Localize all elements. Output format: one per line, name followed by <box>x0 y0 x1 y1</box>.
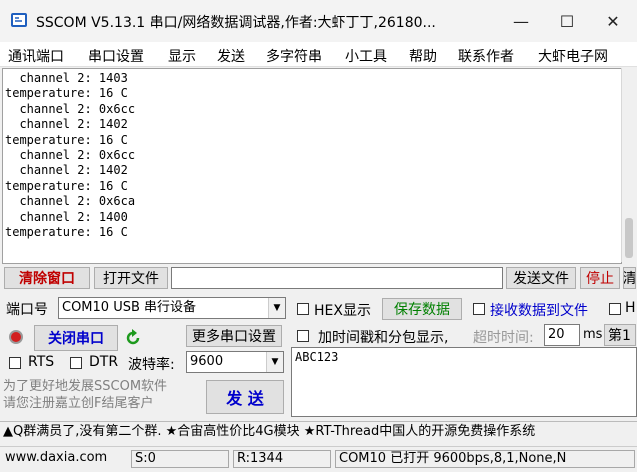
port-select[interactable]: COM10 USB 串行设备 ▼ <box>58 297 286 319</box>
rts-checkbox[interactable] <box>9 357 21 369</box>
promo-text[interactable]: 为了更好地发展SSCOM软件 请您注册嘉立创F结尾客户 <box>3 378 203 412</box>
terminal-line: channel 2: 1403 <box>5 71 128 85</box>
received-count: R:1344 <box>233 450 331 468</box>
baud-rate-value: 9600 <box>190 354 224 369</box>
menu-item-display[interactable]: 显示 <box>168 46 196 66</box>
terminal-line: temperature: 16 C <box>5 132 128 147</box>
menu-item-tools[interactable]: 小工具 <box>345 46 387 66</box>
timestamp-label: 加时间戳和分包显示, <box>318 330 449 346</box>
close-port-button[interactable]: 关闭串口 <box>34 325 118 351</box>
menu-item-multi-string[interactable]: 多字符串 <box>266 46 322 66</box>
terminal-output: channel 2: 1403 temperature: 16 C channe… <box>3 69 621 240</box>
chevron-down-icon: ▼ <box>268 298 285 318</box>
terminal-line: channel 2: 1402 <box>5 117 128 132</box>
minimize-icon: — <box>513 11 529 31</box>
app-icon <box>11 13 27 27</box>
menu-item-comm-port[interactable]: 通讯端口 <box>8 46 64 66</box>
terminal-line: channel 2: 0x6cc <box>5 148 136 163</box>
menu-item-daxia-site[interactable]: 大虾电子网 <box>538 46 608 66</box>
timeout-unit: ms <box>583 327 603 342</box>
stop-button[interactable]: 停止 <box>580 267 620 289</box>
dtr-label: DTR <box>89 354 119 370</box>
terminal-line: temperature: 16 C <box>5 225 128 240</box>
status-bar: www.daxia.com S:0 R:1344 COM10 已打开 9600b… <box>0 446 637 471</box>
menu-bar: 通讯端口 串口设置 显示 发送 多字符串 小工具 帮助 联系作者 大虾电子网 <box>0 42 637 67</box>
rts-label: RTS <box>28 354 55 370</box>
port-select-value: COM10 USB 串行设备 <box>62 300 197 315</box>
receive-to-file-label[interactable]: 接收数据到文件 <box>490 300 588 320</box>
clear-window-button[interactable]: 清除窗口 <box>4 267 90 289</box>
dtr-checkbox[interactable] <box>70 357 82 369</box>
baud-rate-select[interactable]: 9600 ▼ <box>186 351 284 373</box>
terminal-line: temperature: 16 C <box>5 178 128 193</box>
terminal-line: temperature: 16 C <box>5 86 128 101</box>
sent-count: S:0 <box>131 450 229 468</box>
timestamp-checkbox[interactable] <box>297 330 309 342</box>
file-path-input[interactable] <box>171 267 503 289</box>
terminal-line: channel 2: 1402 <box>5 163 128 178</box>
port-status-led-icon <box>9 330 23 344</box>
close-button[interactable]: ✕ <box>590 6 636 36</box>
hex-send-checkbox[interactable] <box>609 303 621 315</box>
send-button[interactable]: 发 送 <box>206 380 284 414</box>
menu-item-serial-settings[interactable]: 串口设置 <box>88 46 144 66</box>
minimize-button[interactable]: — <box>498 6 544 36</box>
refresh-icon[interactable] <box>124 329 142 347</box>
hex-send-label: H <box>625 300 636 316</box>
menu-item-help[interactable]: 帮助 <box>409 46 437 66</box>
send-file-button[interactable]: 发送文件 <box>506 267 576 289</box>
open-file-button[interactable]: 打开文件 <box>94 267 168 289</box>
hex-display-checkbox[interactable] <box>297 303 309 315</box>
page-button[interactable]: 第1 <box>604 324 636 346</box>
port-label: 端口号 <box>6 302 48 318</box>
receive-terminal[interactable]: channel 2: 1403 temperature: 16 C channe… <box>2 68 622 264</box>
news-ticker[interactable]: ▲Q群满员了,没有第二个群. ★合宙高性价比4G模块 ★RT-Thread中国人… <box>0 421 637 444</box>
menu-item-contact-author[interactable]: 联系作者 <box>458 46 514 66</box>
maximize-button[interactable]: ☐ <box>544 6 590 36</box>
save-data-button[interactable]: 保存数据 <box>382 298 462 320</box>
terminal-line: channel 2: 1400 <box>5 209 128 224</box>
terminal-line: channel 2: 0x6cc <box>5 101 136 116</box>
more-port-settings-button[interactable]: 更多串口设置 <box>186 325 282 347</box>
close-icon: ✕ <box>606 11 620 31</box>
terminal-scrollbar[interactable] <box>621 68 636 262</box>
baud-rate-label: 波特率: <box>128 357 175 373</box>
hex-display-label: HEX显示 <box>314 303 371 319</box>
terminal-line: channel 2: 0x6ca <box>5 194 136 209</box>
timeout-input[interactable]: 20 <box>544 324 580 346</box>
timeout-label: 超时时间: <box>473 330 534 346</box>
send-input[interactable]: ABC123 <box>291 347 637 417</box>
menu-item-send[interactable]: 发送 <box>217 46 245 66</box>
scrollbar-thumb[interactable] <box>625 218 633 258</box>
maximize-icon: ☐ <box>559 11 575 31</box>
ticker-text: ▲Q群满员了,没有第二个群. ★合宙高性价比4G模块 ★RT-Thread中国人… <box>3 424 536 439</box>
window-title: SSCOM V5.13.1 串口/网络数据调试器,作者:大虾丁丁,26180..… <box>36 15 436 31</box>
clear-send-button[interactable]: 清 <box>623 267 636 289</box>
title-bar: SSCOM V5.13.1 串口/网络数据调试器,作者:大虾丁丁,26180..… <box>0 0 637 42</box>
receive-to-file-checkbox[interactable] <box>473 303 485 315</box>
port-status: COM10 已打开 9600bps,8,1,None,N <box>335 450 635 468</box>
website-link[interactable]: www.daxia.com <box>2 450 124 468</box>
chevron-down-icon: ▼ <box>266 352 283 372</box>
